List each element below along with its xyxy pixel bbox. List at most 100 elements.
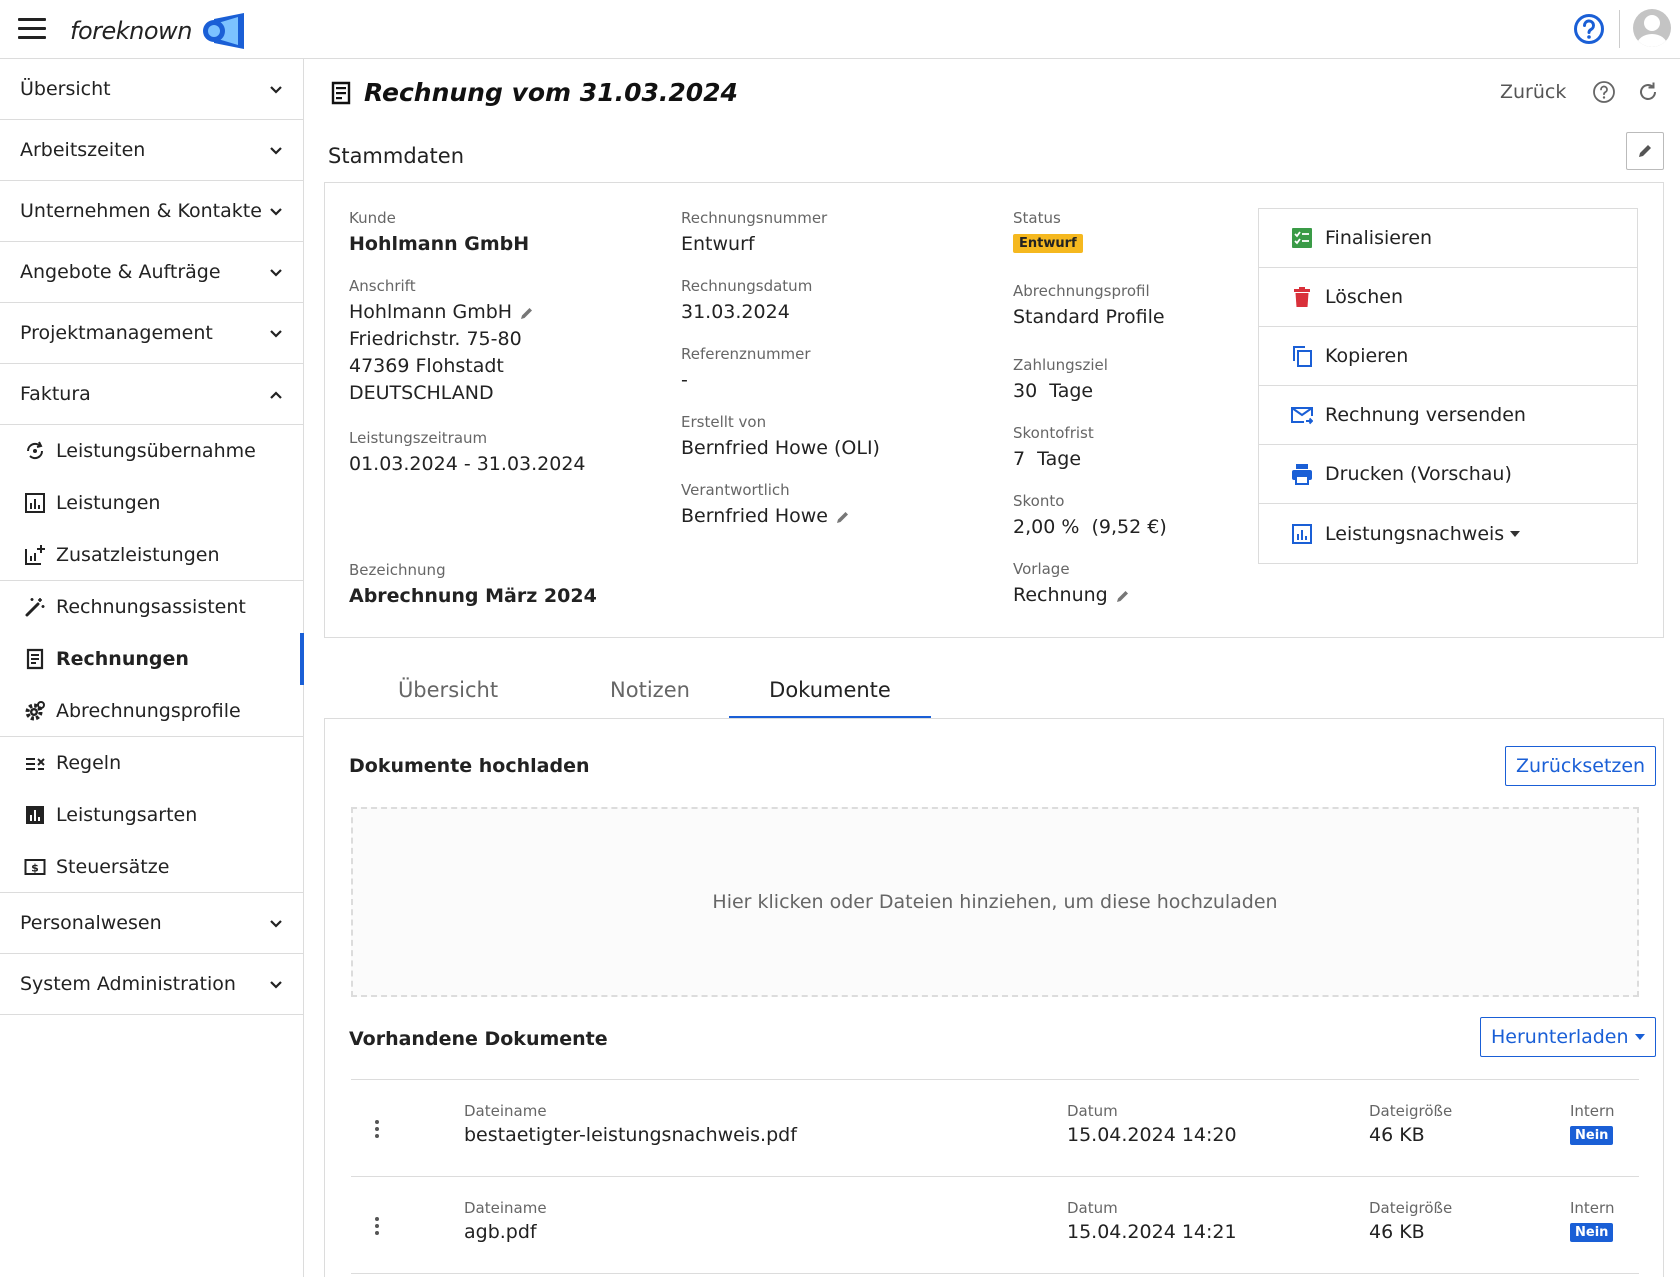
action-label: Kopieren	[1325, 345, 1409, 367]
cell-date: Datum 15.04.2024 14:20	[1067, 1102, 1237, 1146]
logo-mark-icon	[202, 13, 244, 49]
sidebar-item-leistungen[interactable]: Leistungen	[0, 477, 303, 529]
sidebar-item-label: Abrechnungsprofile	[56, 699, 241, 722]
page-actions: Zurück	[1500, 80, 1680, 104]
field-label: Skontofrist	[1013, 424, 1094, 442]
sidebar-section-label: Übersicht	[20, 78, 111, 100]
more-options-icon[interactable]	[375, 1217, 381, 1237]
intern-badge: Nein	[1570, 1223, 1614, 1242]
field-value: 31.03.2024	[681, 301, 790, 323]
delete-button[interactable]: Löschen	[1259, 268, 1637, 327]
upload-dropzone[interactable]: Hier klicken oder Dateien hinziehen, um …	[351, 807, 1639, 997]
print-preview-button[interactable]: Drucken (Vorschau)	[1259, 445, 1637, 504]
field-value: 30 Tage	[1013, 380, 1094, 402]
edit-button[interactable]	[1626, 132, 1664, 170]
sidebar-section-label: Unternehmen & Kontakte	[20, 200, 262, 222]
tab-notizen[interactable]: Notizen	[548, 660, 752, 719]
pencil-icon[interactable]	[520, 306, 534, 320]
sidebar-section-label: System Administration	[20, 973, 236, 995]
sidebar-item-steuersaetze[interactable]: $ Steuersätze	[0, 841, 303, 893]
finalize-button[interactable]: Finalisieren	[1259, 209, 1637, 268]
bar-chart-icon	[24, 804, 46, 826]
field-label: Rechnungsdatum	[681, 277, 813, 295]
field-label: Erstellt von	[681, 413, 767, 431]
action-label: Rechnung versenden	[1325, 404, 1526, 426]
pencil-icon[interactable]	[1116, 589, 1130, 603]
help-icon[interactable]	[1573, 13, 1605, 45]
sidebar-item-regeln[interactable]: Regeln	[0, 737, 303, 789]
pencil-icon[interactable]	[836, 510, 850, 524]
user-avatar[interactable]	[1633, 9, 1671, 47]
sidebar-section-label: Personalwesen	[20, 912, 162, 934]
cell-intern: Intern Nein	[1570, 1199, 1614, 1242]
sidebar-section-arbeitszeiten[interactable]: Arbeitszeiten	[0, 120, 303, 181]
file-name-link[interactable]: agb.pdf	[464, 1221, 547, 1243]
more-options-icon[interactable]	[375, 1120, 381, 1140]
receipt-icon	[24, 648, 46, 670]
sidebar-section-system-administration[interactable]: System Administration	[0, 954, 303, 1015]
tab-uebersicht[interactable]: Übersicht	[348, 660, 548, 719]
sidebar-item-rechnungen[interactable]: Rechnungen	[0, 633, 304, 685]
sidebar-section-unternehmen[interactable]: Unternehmen & Kontakte	[0, 181, 303, 242]
help-icon[interactable]	[1592, 80, 1616, 104]
sidebar-item-label: Leistungen	[56, 492, 161, 514]
chevron-down-icon	[270, 86, 282, 94]
sidebar-section-label: Arbeitszeiten	[20, 139, 146, 161]
field-erstellt-von: Erstellt von Bernfried Howe (OLI)	[681, 413, 880, 462]
sidebar-section-label: Angebote & Aufträge	[20, 261, 221, 283]
top-bar: foreknown	[0, 0, 1680, 59]
sidebar-item-zusatzleistungen[interactable]: Zusatzleistungen	[0, 529, 303, 581]
refresh-icon[interactable]	[1636, 80, 1660, 104]
reset-button[interactable]: Zurücksetzen	[1505, 746, 1657, 786]
send-invoice-button[interactable]: Rechnung versenden	[1259, 386, 1637, 445]
sidebar-section-angebote[interactable]: Angebote & Aufträge	[0, 242, 303, 303]
sidebar-item-rechnungsassistent[interactable]: Rechnungsassistent	[0, 581, 303, 633]
page-title-text: Rechnung vom 31.03.2024	[364, 78, 738, 107]
field-zahlungsziel: Zahlungsziel 30 Tage	[1013, 356, 1108, 405]
sidebar-item-label: Zusatzleistungen	[56, 543, 220, 566]
field-value-text: Rechnung	[1013, 584, 1108, 606]
download-dropdown[interactable]: Herunterladen	[1480, 1017, 1656, 1057]
field-referenznummer: Referenznummer -	[681, 345, 811, 394]
sidebar-item-leistungsuebernahme[interactable]: Leistungsübernahme	[0, 425, 303, 477]
sidebar-section-uebersicht[interactable]: Übersicht	[0, 59, 303, 120]
field-value: Hohlmann GmbH	[349, 299, 534, 326]
sidebar-item-label: Leistungsarten	[56, 804, 198, 826]
divider	[351, 1273, 1639, 1274]
sidebar-item-abrechnungsprofile[interactable]: Abrechnungsprofile	[0, 685, 303, 737]
caret-down-icon	[1634, 1034, 1645, 1040]
field-value: Bernfried Howe	[681, 503, 850, 530]
action-label: Löschen	[1325, 286, 1403, 308]
copy-button[interactable]: Kopieren	[1259, 327, 1637, 386]
sidebar-section-projektmanagement[interactable]: Projektmanagement	[0, 303, 303, 364]
status-badge: Entwurf	[1013, 234, 1083, 253]
chevron-down-icon	[270, 147, 282, 155]
tab-dokumente[interactable]: Dokumente	[729, 660, 931, 719]
sidebar-section-faktura[interactable]: Faktura	[0, 364, 303, 425]
field-skontofrist: Skontofrist 7 Tage	[1013, 424, 1094, 473]
app-logo[interactable]: foreknown	[70, 13, 246, 49]
column-label: Dateigröße	[1369, 1199, 1453, 1217]
field-value: Abrechnung März 2024	[349, 585, 597, 607]
size-value: 46 KB	[1369, 1124, 1425, 1146]
field-label: Anschrift	[349, 277, 416, 295]
field-label: Skonto	[1013, 492, 1065, 510]
printer-icon	[1291, 463, 1313, 485]
menu-icon[interactable]	[18, 18, 46, 40]
file-name-link[interactable]: bestaetigter-leistungsnachweis.pdf	[464, 1124, 797, 1146]
back-link[interactable]: Zurück	[1500, 81, 1566, 103]
table-row: Dateiname agb.pdf Datum 15.04.2024 14:21…	[351, 1177, 1639, 1273]
sidebar-item-leistungsarten[interactable]: Leistungsarten	[0, 789, 303, 841]
action-label: Drucken (Vorschau)	[1325, 463, 1512, 485]
caret-down-icon	[1510, 530, 1521, 537]
pencil-icon	[1639, 145, 1651, 157]
leistungsnachweis-dropdown[interactable]: Leistungsnachweis	[1259, 504, 1637, 563]
field-label: Leistungszeitraum	[349, 429, 488, 447]
sidebar-item-label: Steuersätze	[56, 855, 170, 878]
address-line: 47369 Flohstadt	[349, 355, 504, 377]
size-value: 46 KB	[1369, 1221, 1425, 1243]
sidebar-section-personalwesen[interactable]: Personalwesen	[0, 893, 303, 954]
download-label: Herunterladen	[1491, 1026, 1629, 1048]
field-anschrift: Anschrift Hohlmann GmbH Friedrichstr. 75…	[349, 277, 534, 407]
gear-icon	[24, 700, 46, 722]
